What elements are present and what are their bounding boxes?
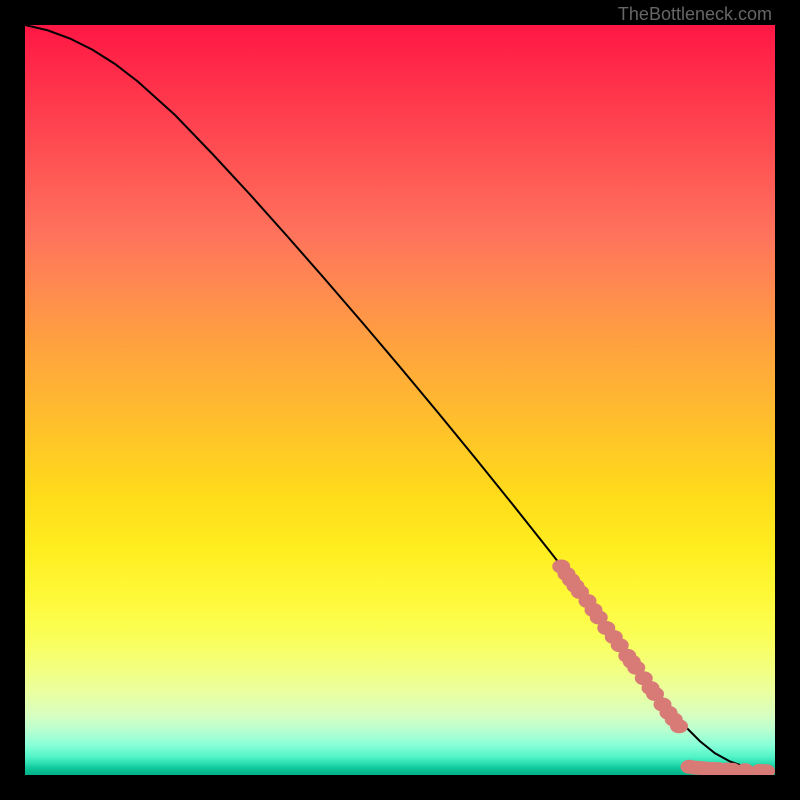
data-markers <box>552 560 775 776</box>
plot-area <box>25 25 775 775</box>
data-marker <box>670 719 688 733</box>
credit-label: TheBottleneck.com <box>618 4 772 25</box>
data-curve <box>25 25 775 771</box>
chart-container: TheBottleneck.com <box>0 0 800 800</box>
chart-svg <box>25 25 775 775</box>
